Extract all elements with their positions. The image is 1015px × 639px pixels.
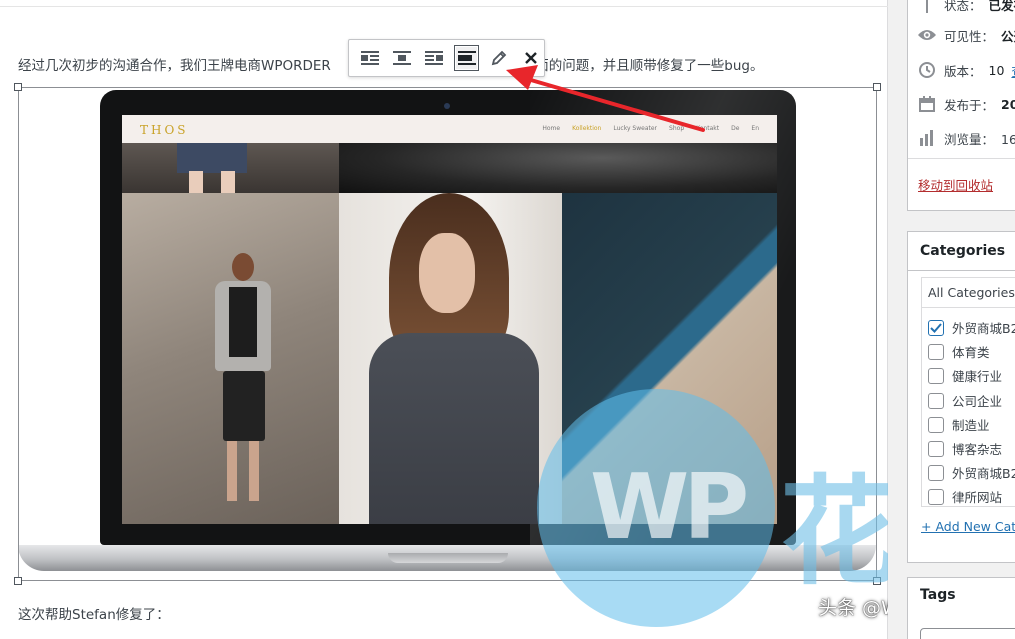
tags-input[interactable]: [920, 628, 1015, 639]
category-item[interactable]: 健康行业: [928, 366, 1002, 385]
published-label: 发布于：: [944, 97, 995, 113]
category-label: 博客杂志: [952, 442, 1003, 457]
category-item[interactable]: 公司企业: [928, 391, 1002, 410]
align-none-icon: [457, 51, 476, 65]
eye-icon: [917, 25, 937, 45]
category-item[interactable]: 外贸商城B2B: [928, 318, 1015, 337]
post-editor[interactable]: 经过几次初步的沟通合作，我们王牌电商WPORDER 性能方面的问题，并且顺带修复了…: [0, 0, 1010, 639]
category-checkbox[interactable]: [928, 488, 944, 505]
category-checkbox[interactable]: [928, 416, 944, 433]
status-value: 已发布: [988, 0, 1015, 13]
resize-handle-bottom-left[interactable]: [14, 577, 22, 585]
category-item[interactable]: 外贸商城B2C: [928, 463, 1015, 482]
move-to-trash-link[interactable]: 移动到回收站: [918, 175, 993, 194]
align-left-button[interactable]: [357, 45, 382, 71]
bar-chart-icon: [917, 128, 937, 148]
categories-box: Categories All Categories 外贸商城B2B 体育类 健康…: [907, 231, 1015, 563]
align-center-icon: [392, 51, 411, 65]
editor-top-border: [0, 6, 888, 7]
category-label: 制造业: [952, 418, 990, 433]
visibility-row: 可见性： 公开: [917, 25, 1015, 45]
category-item[interactable]: 律所网站: [928, 487, 1002, 506]
category-label: 外贸商城B2C: [952, 466, 1015, 481]
category-item[interactable]: 制造业: [928, 415, 990, 434]
pin-icon: [917, 0, 937, 14]
align-right-button[interactable]: [422, 45, 447, 71]
align-right-icon: [425, 51, 444, 65]
visibility-value: 公开: [1001, 28, 1015, 44]
category-checkbox[interactable]: [928, 392, 944, 409]
resize-handle-top-left[interactable]: [14, 83, 22, 91]
check-icon: [930, 322, 942, 333]
category-item[interactable]: 体育类: [928, 342, 990, 361]
paragraph-intro-start: 经过几次初步的沟通合作，我们王牌电商WPORDER: [18, 58, 331, 74]
calendar-icon: [917, 94, 937, 114]
visibility-label: 可见性：: [944, 28, 995, 44]
category-label: 健康行业: [952, 369, 1003, 384]
revisions-row: 版本： 10 查阅: [917, 60, 1015, 80]
revisions-label: 版本：: [944, 63, 982, 79]
category-checkbox[interactable]: [928, 440, 944, 457]
category-label: 体育类: [952, 345, 990, 360]
publish-box: 状态： 已发布 可见性： 公开 版本： 10 查阅 发布于： 2020 浏览量： 162 条: [907, 0, 1015, 211]
category-checkbox[interactable]: [928, 343, 944, 360]
category-label: 公司企业: [952, 394, 1003, 409]
align-left-icon: [360, 51, 379, 65]
views-value: 162 条: [1001, 131, 1015, 147]
tags-box: Tags: [907, 577, 1015, 639]
published-value: 2020: [1001, 96, 1015, 112]
publish-divider: [908, 158, 1015, 159]
category-checklist[interactable]: 外贸商城B2B 体育类 健康行业 公司企业 制造业 博客杂志: [921, 307, 1015, 507]
status-label: 状态：: [944, 0, 982, 13]
align-none-button[interactable]: [453, 45, 480, 71]
category-label: 外贸商城B2B: [952, 321, 1015, 336]
watermark-wp-logo: WP: [590, 455, 749, 560]
resize-handle-top-right[interactable]: [873, 83, 881, 91]
revisions-count: 10: [988, 62, 1005, 78]
editor-sidebar: 状态： 已发布 可见性： 公开 版本： 10 查阅 发布于： 2020 浏览量： 162 条: [888, 0, 1015, 639]
category-checkbox[interactable]: [928, 464, 944, 481]
views-row: 浏览量： 162 条: [917, 128, 1015, 148]
annotation-arrow-icon: [506, 65, 705, 132]
browse-revisions-link[interactable]: 查阅: [1011, 61, 1015, 80]
history-icon: [917, 60, 937, 80]
add-new-category-link[interactable]: + Add New Category: [921, 519, 1015, 534]
status-row: 状态： 已发布: [917, 0, 1015, 14]
views-label: 浏览量：: [944, 131, 995, 147]
category-label: 律所网站: [952, 490, 1003, 505]
categories-divider: [908, 270, 1015, 271]
tab-all-categories[interactable]: All Categories: [921, 277, 1015, 307]
category-checkbox[interactable]: [928, 367, 944, 384]
category-checkbox[interactable]: [928, 319, 944, 336]
tags-title: Tags: [920, 587, 956, 603]
align-center-button[interactable]: [389, 45, 414, 71]
paragraph-fixes[interactable]: 这次帮助Stefan修复了：: [18, 603, 170, 623]
categories-title: Categories: [920, 243, 1006, 259]
category-item[interactable]: 博客杂志: [928, 439, 1002, 458]
published-row: 发布于： 2020: [917, 94, 1015, 114]
